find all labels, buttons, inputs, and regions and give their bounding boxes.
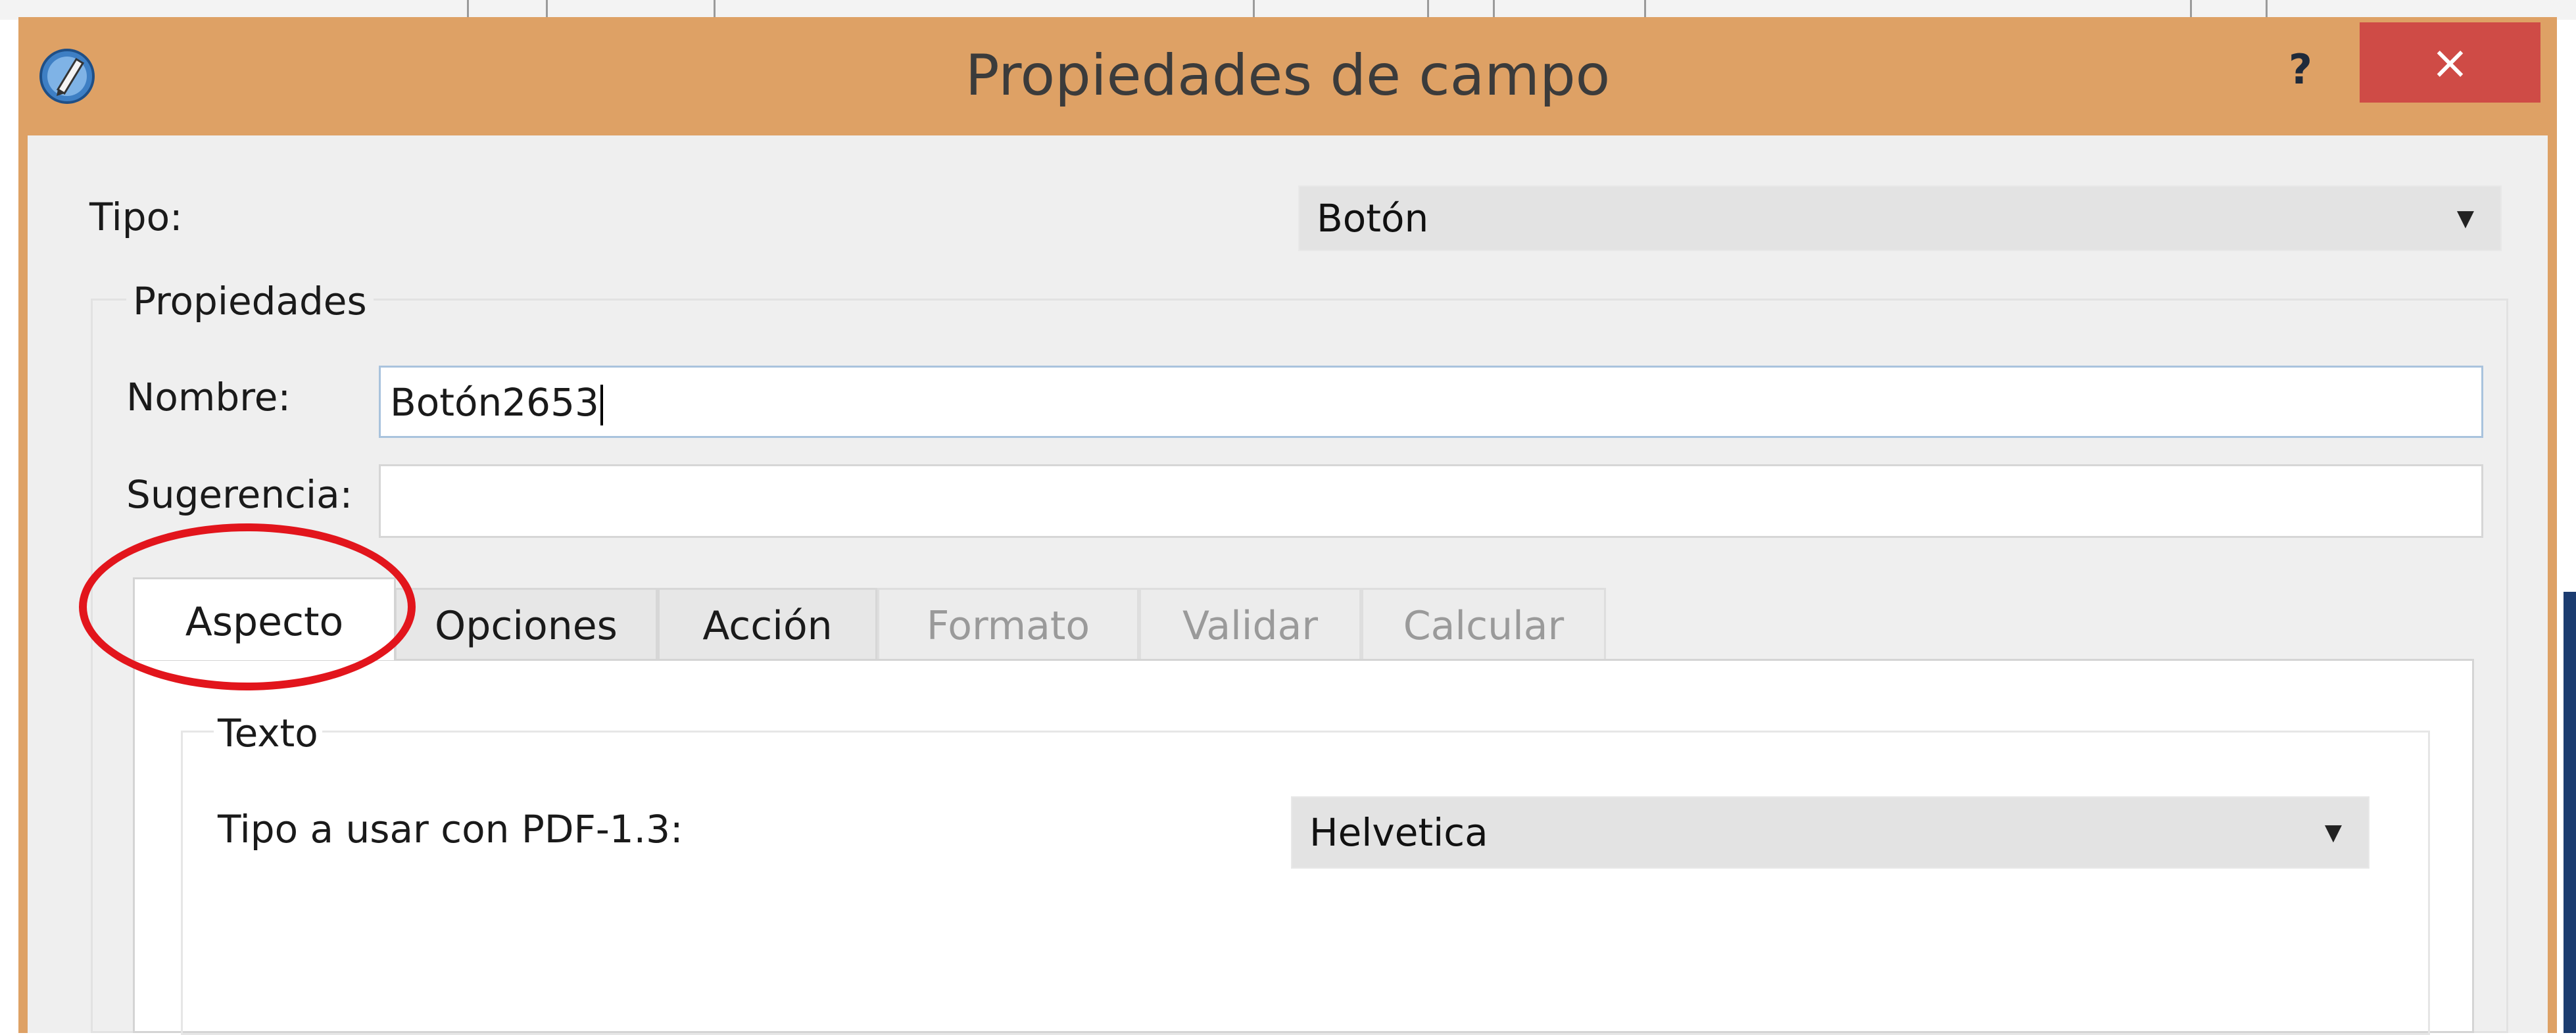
ruler-tick [2190,0,2192,17]
texto-group-label: Texto [214,711,322,756]
highlight-circle-annotation [79,523,416,690]
nombre-label: Nombre: [126,375,291,420]
background-edge [2564,592,2576,1033]
ruler-tick [1253,0,1255,17]
sugerencia-input[interactable] [379,464,2483,538]
tipo-select-value: Botón [1317,196,1429,241]
nombre-input-value: Botón2653 [390,380,599,425]
help-button[interactable]: ? [2268,37,2333,103]
ruler-tick [714,0,716,17]
dropdown-arrow-icon: ▼ [2456,205,2474,231]
nombre-input[interactable]: Botón2653 [379,366,2483,438]
tipo-select[interactable]: Botón ▼ [1298,185,2502,251]
dialog-title: Propiedades de campo [965,43,1611,108]
tab-validar[interactable]: Validar [1139,588,1361,660]
tab-panel-aspecto: Texto Tipo a usar con PDF-1.3: Helvetica… [133,659,2474,1035]
field-properties-dialog: Propiedades de campo ? × Tipo: Botón ▼ P… [18,17,2557,1035]
ruler-tick [467,0,469,17]
tab-opciones[interactable]: Opciones [395,588,658,660]
tab-calcular[interactable]: Calcular [1361,588,1606,660]
ruler-tick [2266,0,2268,17]
font-select-value: Helvetica [1309,810,1488,855]
font-select[interactable]: Helvetica ▼ [1291,796,2369,869]
ruler-tick [1427,0,1429,17]
propiedades-group-label: Propiedades [126,279,374,324]
title-bar[interactable]: Propiedades de campo ? × [18,17,2557,135]
texto-group [181,731,2430,1035]
ruler-tick [1493,0,1495,17]
tab-accion[interactable]: Acción [658,588,877,660]
tipo-label: Tipo: [89,195,183,239]
dropdown-arrow-icon: ▼ [2324,819,2342,846]
tab-formato[interactable]: Formato [877,588,1139,660]
sugerencia-label: Sugerencia: [126,472,353,517]
ruler-tick [546,0,548,17]
text-caret [600,384,603,425]
font-label: Tipo a usar con PDF-1.3: [218,807,683,852]
ruler-tick [1644,0,1646,17]
close-button[interactable]: × [2360,22,2540,103]
